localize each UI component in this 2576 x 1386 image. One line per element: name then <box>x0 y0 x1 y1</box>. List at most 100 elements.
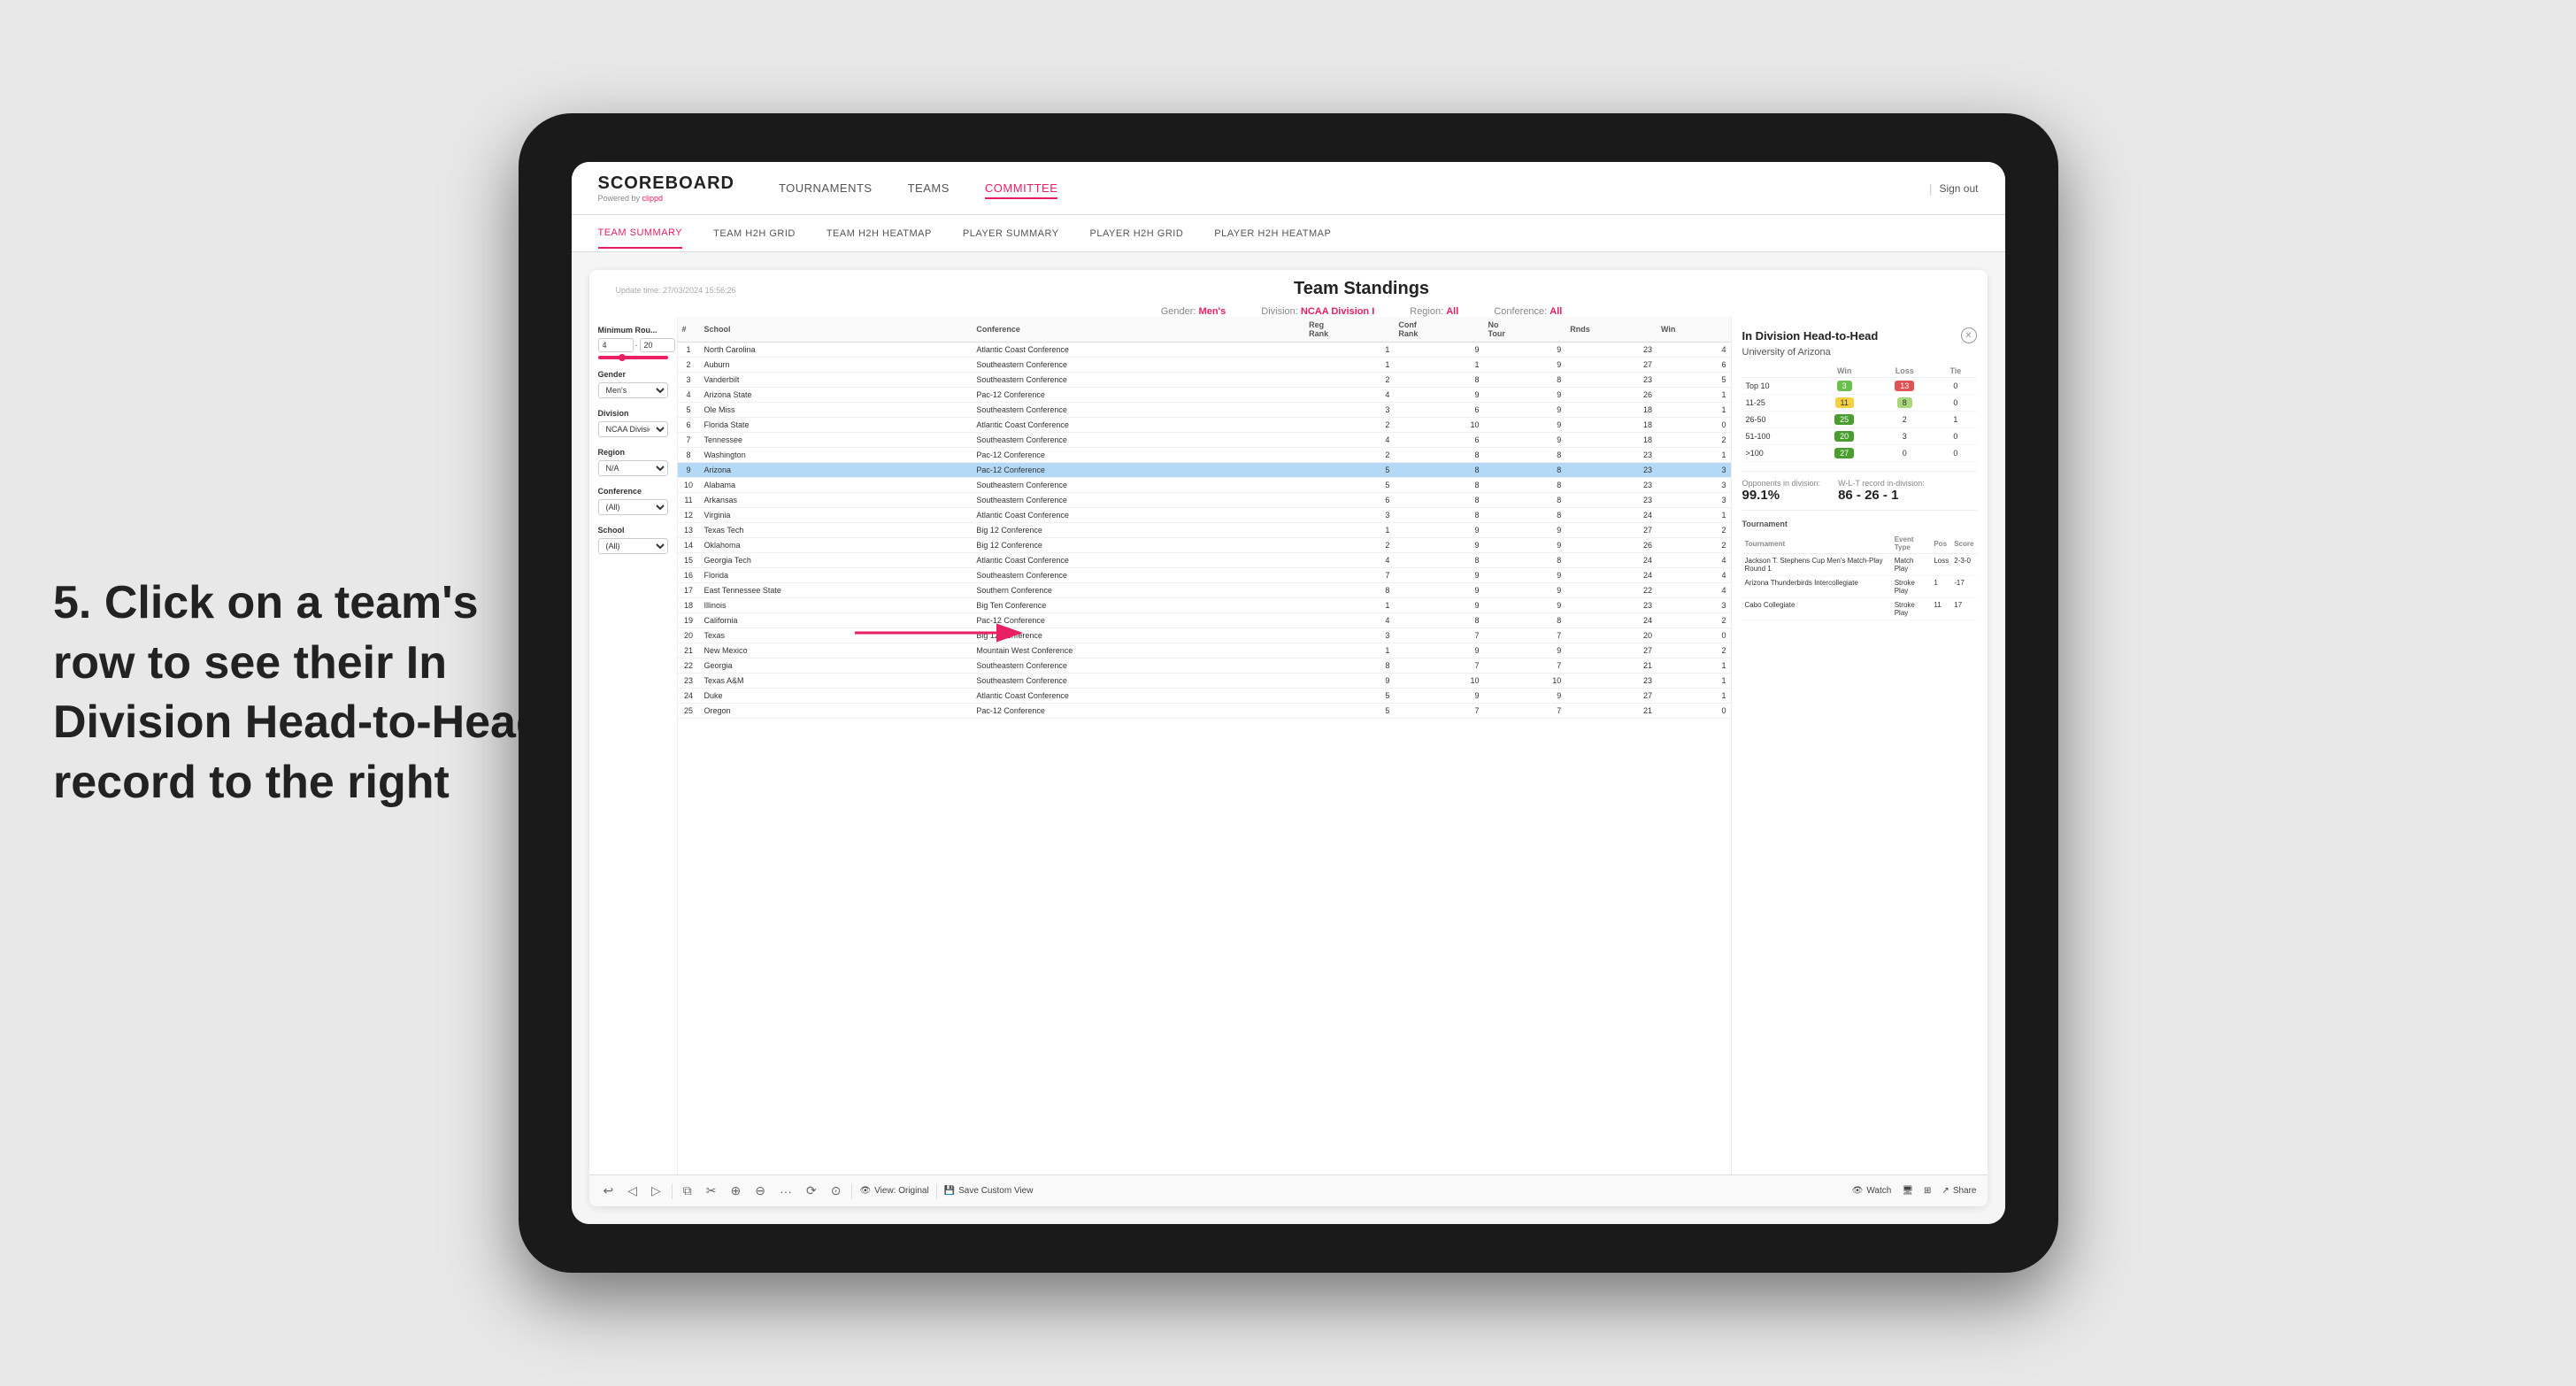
cell-reg-rank: 6 <box>1304 493 1394 508</box>
zoom-out-button[interactable]: ⊖ <box>751 1182 769 1200</box>
zoom-in-button[interactable]: ⊕ <box>727 1182 745 1200</box>
watch-button[interactable]: 👁 Watch <box>1852 1186 1892 1196</box>
h2h-row-26-50[interactable]: 26-50 25 2 1 <box>1742 412 1977 428</box>
table-row[interactable]: 25 Oregon Pac-12 Conference 5 7 7 21 0 <box>678 704 1731 719</box>
focus-button[interactable]: ⊙ <box>827 1182 845 1200</box>
h2h-row-11-25[interactable]: 11-25 11 8 0 <box>1742 395 1977 412</box>
table-row[interactable]: 24 Duke Atlantic Coast Conference 5 9 9 … <box>678 689 1731 704</box>
h2h-row-51-100[interactable]: 51-100 20 3 0 <box>1742 428 1977 445</box>
cell-reg-rank: 4 <box>1304 553 1394 568</box>
nav-tournaments[interactable]: TOURNAMENTS <box>779 177 873 199</box>
table-row[interactable]: 1 North Carolina Atlantic Coast Conferen… <box>678 343 1731 358</box>
subnav-player-summary[interactable]: PLAYER SUMMARY <box>963 219 1059 248</box>
conference-select[interactable]: (All) <box>598 499 668 515</box>
h2h-tie-51-100: 0 <box>1934 428 1976 445</box>
cell-school: Washington <box>700 448 973 463</box>
forward-button[interactable]: ▷ <box>648 1182 665 1200</box>
h2h-title: In Division Head-to-Head <box>1742 329 1879 343</box>
nav-committee[interactable]: COMMITTEE <box>985 177 1058 199</box>
refresh-button[interactable]: ⟳ <box>803 1182 820 1200</box>
table-row[interactable]: 4 Arizona State Pac-12 Conference 4 9 9 … <box>678 388 1731 403</box>
min-rounds-max-input[interactable] <box>640 338 675 352</box>
gender-filter-label: Gender <box>598 370 668 379</box>
display-button[interactable]: 🖥 <box>1902 1186 1913 1196</box>
tournament-row[interactable]: Jackson T. Stephens Cup Men's Match-Play… <box>1742 554 1977 576</box>
table-row[interactable]: 16 Florida Southeastern Conference 7 9 9… <box>678 568 1731 583</box>
cell-win: 1 <box>1657 508 1731 523</box>
subnav-team-h2h-heatmap[interactable]: TEAM H2H HEATMAP <box>827 219 932 248</box>
cell-conference: Atlantic Coast Conference <box>972 418 1304 433</box>
subnav-player-h2h-grid[interactable]: PLAYER H2H GRID <box>1090 219 1184 248</box>
gender-select[interactable]: Men's <box>598 382 668 398</box>
more-button[interactable]: ··· <box>776 1182 796 1200</box>
table-row[interactable]: 8 Washington Pac-12 Conference 2 8 8 23 … <box>678 448 1731 463</box>
h2h-close-button[interactable]: ✕ <box>1961 327 1977 343</box>
table-row[interactable]: 21 New Mexico Mountain West Conference 1… <box>678 643 1731 658</box>
cell-rnds: 23 <box>1565 493 1657 508</box>
share-button[interactable]: ↗ Share <box>1942 1186 1976 1196</box>
table-row[interactable]: 23 Texas A&M Southeastern Conference 9 1… <box>678 674 1731 689</box>
table-row[interactable]: 3 Vanderbilt Southeastern Conference 2 8… <box>678 373 1731 388</box>
school-group: School (All) <box>598 526 668 554</box>
table-row[interactable]: 10 Alabama Southeastern Conference 5 8 8… <box>678 478 1731 493</box>
table-row[interactable]: 19 California Pac-12 Conference 4 8 8 24… <box>678 613 1731 628</box>
h2h-win-top10: 3 <box>1814 378 1874 395</box>
cell-reg-rank: 9 <box>1304 674 1394 689</box>
table-row[interactable]: 9 Arizona Pac-12 Conference 5 8 8 23 3 <box>678 463 1731 478</box>
subnav-team-h2h-grid[interactable]: TEAM H2H GRID <box>713 219 796 248</box>
cell-conference: Southeastern Conference <box>972 403 1304 418</box>
table-row[interactable]: 20 Texas Big 12 Conference 3 7 7 20 0 <box>678 628 1731 643</box>
cell-win: 2 <box>1657 538 1731 553</box>
sub-nav: TEAM SUMMARY TEAM H2H GRID TEAM H2H HEAT… <box>572 215 2005 252</box>
cell-reg-rank: 3 <box>1304 403 1394 418</box>
table-row[interactable]: 2 Auburn Southeastern Conference 1 1 9 2… <box>678 358 1731 373</box>
back-button[interactable]: ◁ <box>624 1182 641 1200</box>
subnav-team-summary[interactable]: TEAM SUMMARY <box>598 219 683 249</box>
table-row[interactable]: 22 Georgia Southeastern Conference 8 7 7… <box>678 658 1731 674</box>
min-rounds-input[interactable] <box>598 338 634 352</box>
school-select[interactable]: (All) <box>598 538 668 554</box>
subnav-player-h2h-heatmap[interactable]: PLAYER H2H HEATMAP <box>1214 219 1331 248</box>
tournament-row[interactable]: Arizona Thunderbirds Intercollegiate Str… <box>1742 576 1977 598</box>
col-no-tour: NoTour <box>1484 317 1566 343</box>
h2h-col-loss: Loss <box>1874 365 1934 378</box>
h2h-row-gt100[interactable]: >100 27 0 0 <box>1742 445 1977 462</box>
cell-conf-rank: 7 <box>1394 658 1483 674</box>
table-row[interactable]: 14 Oklahoma Big 12 Conference 2 9 9 26 2 <box>678 538 1731 553</box>
grid-button[interactable]: ⊞ <box>1924 1186 1931 1196</box>
cell-rank: 17 <box>678 583 700 598</box>
toolbar-divider-3 <box>936 1183 937 1199</box>
table-row[interactable]: 7 Tennessee Southeastern Conference 4 6 … <box>678 433 1731 448</box>
view-original-button[interactable]: 👁 View: Original <box>859 1186 928 1196</box>
cell-conference: Atlantic Coast Conference <box>972 689 1304 704</box>
division-select[interactable]: NCAA Division I <box>598 421 668 437</box>
table-area: # School Conference RegRank ConfRank NoT… <box>678 317 1731 1174</box>
tournament-row[interactable]: Cabo Collegiate Stroke Play 11 17 <box>1742 598 1977 620</box>
share-icon: ↗ <box>1942 1186 1949 1196</box>
cut-button[interactable]: ✂ <box>703 1182 720 1200</box>
cell-win: 1 <box>1657 674 1731 689</box>
table-row[interactable]: 13 Texas Tech Big 12 Conference 1 9 9 27… <box>678 523 1731 538</box>
undo-button[interactable]: ↩ <box>600 1182 618 1200</box>
cell-rank: 3 <box>678 373 700 388</box>
save-custom-button[interactable]: 💾 Save Custom View <box>944 1186 1034 1196</box>
col-conf-rank: ConfRank <box>1394 317 1483 343</box>
h2h-row-top10[interactable]: Top 10 3 13 0 <box>1742 378 1977 395</box>
table-row[interactable]: 18 Illinois Big Ten Conference 1 9 9 23 … <box>678 598 1731 613</box>
table-row[interactable]: 17 East Tennessee State Southern Confere… <box>678 583 1731 598</box>
table-row[interactable]: 12 Virginia Atlantic Coast Conference 3 … <box>678 508 1731 523</box>
main-content: Update time: 27/03/2024 15:56:26 Team St… <box>572 252 2005 1224</box>
copy-button[interactable]: ⧉ <box>680 1182 696 1200</box>
table-row[interactable]: 6 Florida State Atlantic Coast Conferenc… <box>678 418 1731 433</box>
h2h-stats: Opponents in division: 99.1% W-L-T recor… <box>1742 471 1977 511</box>
region-select[interactable]: N/A <box>598 460 668 476</box>
nav-teams[interactable]: TEAMS <box>908 177 950 199</box>
table-row[interactable]: 11 Arkansas Southeastern Conference 6 8 … <box>678 493 1731 508</box>
table-row[interactable]: 5 Ole Miss Southeastern Conference 3 6 9… <box>678 403 1731 418</box>
cell-conference: Southeastern Conference <box>972 658 1304 674</box>
h2h-loss-51-100: 3 <box>1874 428 1934 445</box>
table-row[interactable]: 15 Georgia Tech Atlantic Coast Conferenc… <box>678 553 1731 568</box>
cell-rank: 24 <box>678 689 700 704</box>
h2h-range-gt100: >100 <box>1742 445 1815 462</box>
sign-out-button[interactable]: Sign out <box>1939 182 1978 195</box>
